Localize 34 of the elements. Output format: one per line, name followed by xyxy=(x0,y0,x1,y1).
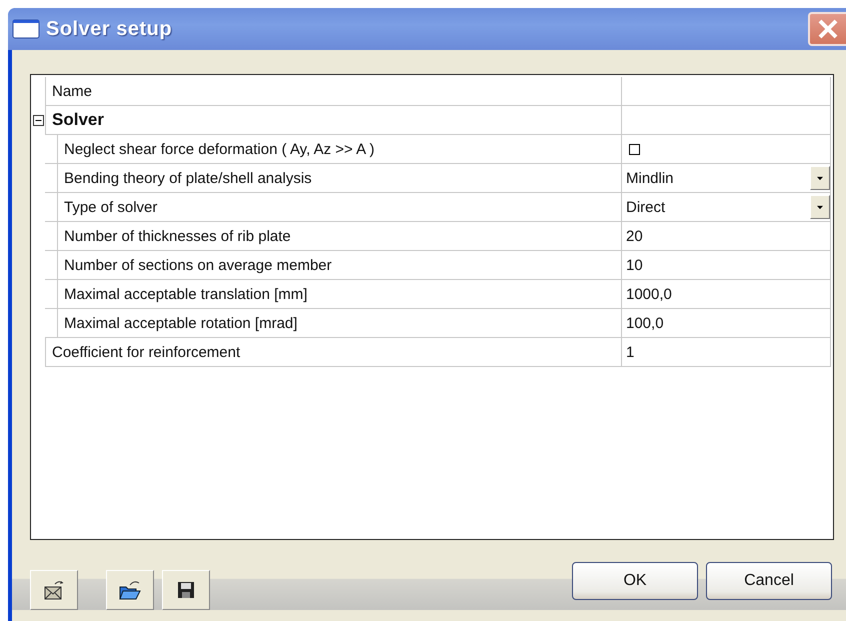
property-label: Number of thicknesses of rib plate xyxy=(64,228,291,244)
save-button[interactable] xyxy=(162,570,210,610)
property-label: Maximal acceptable rotation [mrad] xyxy=(64,314,298,332)
open-button[interactable] xyxy=(106,570,154,610)
dialog-button[interactable]: OK xyxy=(572,562,698,600)
dropdown-button[interactable] xyxy=(810,195,830,219)
column-header: Name xyxy=(52,82,92,100)
collapse-icon[interactable] xyxy=(32,115,44,126)
window-icon xyxy=(12,19,40,39)
window-title: Solver setup xyxy=(46,18,174,40)
property-label: Bending theory of plate/shell analysis xyxy=(64,170,312,186)
property-value: 20 xyxy=(626,228,643,244)
property-value: 100,0 xyxy=(626,314,664,332)
property-label: Type of solver xyxy=(64,198,158,216)
dialog-button[interactable]: Cancel xyxy=(706,562,832,600)
property-label: Coefficient for reinforcement xyxy=(52,344,240,360)
group-label: Solver xyxy=(52,110,104,130)
dropdown-value: Mindlin xyxy=(626,170,674,186)
property-value: 1000,0 xyxy=(626,286,672,302)
caret-icon xyxy=(817,204,823,210)
close-icon xyxy=(816,17,840,41)
checkbox[interactable] xyxy=(629,144,640,154)
property-label: Maximal acceptable translation [mm] xyxy=(64,286,308,302)
property-value: 1 xyxy=(626,344,634,360)
export-button[interactable] xyxy=(30,570,78,610)
property-value: 10 xyxy=(626,256,643,274)
close-button[interactable] xyxy=(808,12,846,46)
property-label: Number of sections on average member xyxy=(64,256,332,274)
folder-icon xyxy=(118,579,142,601)
dropdown-value: Direct xyxy=(626,198,666,216)
dropdown-button[interactable] xyxy=(810,166,830,190)
envelope-icon xyxy=(43,579,65,601)
caret-icon xyxy=(817,176,823,180)
property-label: Neglect shear force deformation ( Ay, Az >> A ) xyxy=(64,140,374,158)
